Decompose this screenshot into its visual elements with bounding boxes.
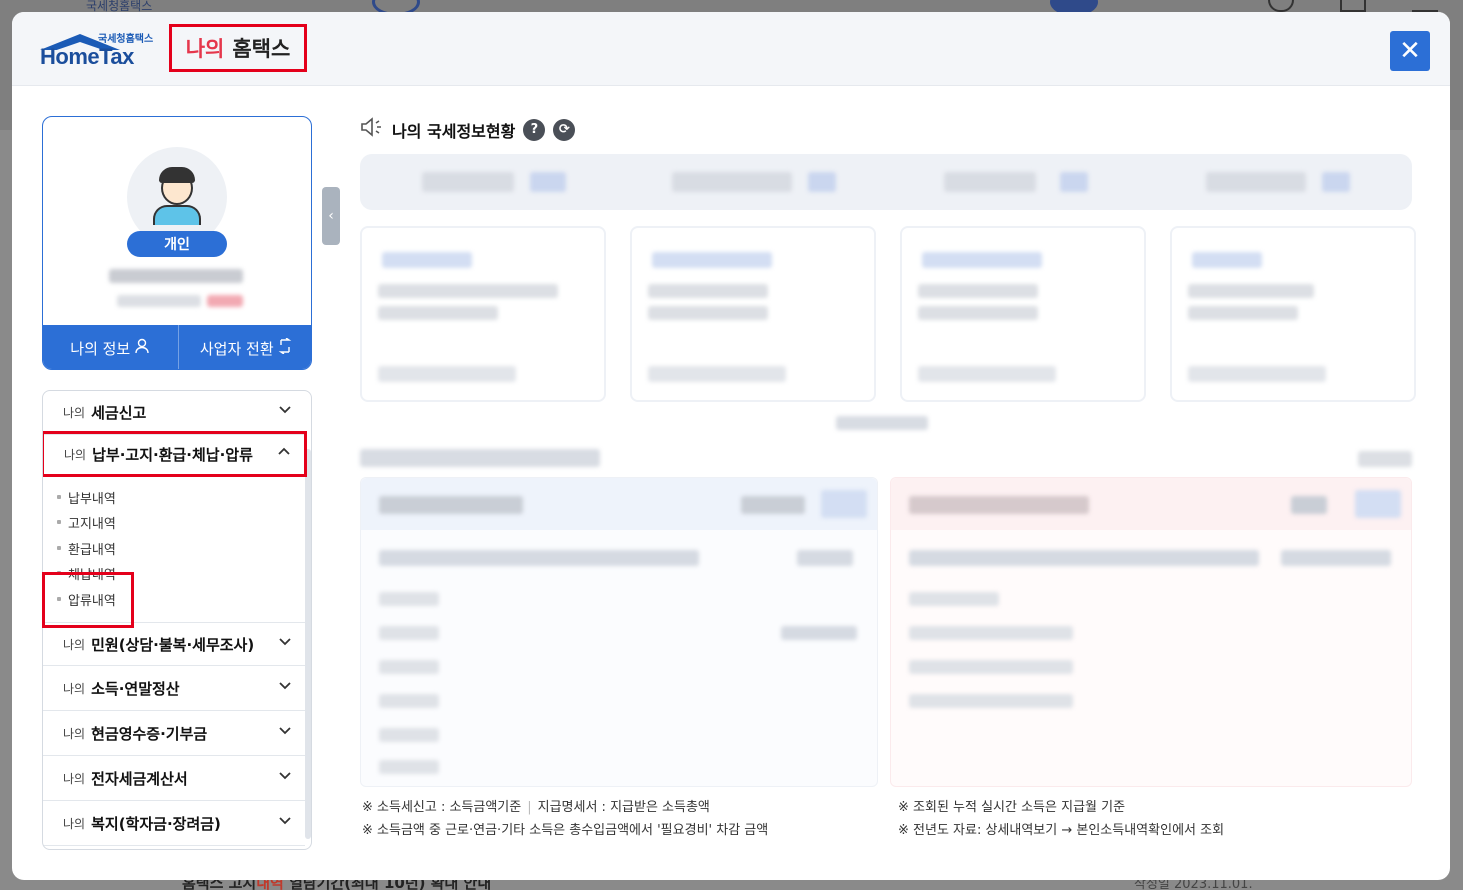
income-section-title <box>360 449 600 467</box>
menu-item-income-settlement[interactable]: 나의 소득·연말정산 <box>43 667 305 711</box>
hometax-logo[interactable]: 국세청홈택스 HomeTax <box>40 30 160 70</box>
logo-main-text: HomeTax <box>40 44 134 69</box>
chevron-down-icon <box>279 769 291 785</box>
income-section-link[interactable] <box>1358 451 1412 467</box>
income-panel-left <box>360 477 878 787</box>
blurred-user-id <box>117 295 201 307</box>
chevron-down-icon <box>279 724 291 740</box>
blurred-user-tag <box>207 295 243 307</box>
notes-right: ※ 조회된 누적 실시간 소득은 지급월 기준 ※ 전년도 자료: 상세내역보기… <box>898 800 1225 838</box>
avatar-body-icon <box>153 205 201 225</box>
switch-to-business-button[interactable]: 사업자 전환 <box>177 325 312 369</box>
blurred-user-name <box>109 269 243 283</box>
user-type-badge: 개인 <box>127 231 227 257</box>
help-icon[interactable]: ? <box>523 118 546 141</box>
close-button[interactable]: ✕ <box>1390 31 1430 71</box>
switch-arrows-icon <box>278 337 292 358</box>
chevron-down-icon <box>279 679 291 695</box>
info-card[interactable] <box>900 226 1146 402</box>
menu-scrollbar[interactable] <box>305 449 311 839</box>
background-menu-icon <box>1412 0 1438 12</box>
avatar-hair-icon <box>159 167 195 183</box>
info-card[interactable] <box>360 226 606 402</box>
person-icon <box>134 338 150 358</box>
chevron-up-icon <box>278 446 290 462</box>
chevron-down-icon <box>279 814 291 830</box>
background-doc-icon <box>1340 0 1366 12</box>
speaker-icon <box>360 117 384 142</box>
refresh-icon[interactable]: ⟳ <box>553 118 576 141</box>
modal-header: 국세청홈택스 HomeTax 나의 홈택스 ✕ <box>12 12 1450 86</box>
highlight-arrears-seizure <box>42 572 134 628</box>
info-card[interactable] <box>630 226 876 402</box>
section-title: 나의 국세정보현황 ? ⟳ <box>360 117 576 142</box>
menu-item-cash-receipt-donation[interactable]: 나의 현금영수증·기부금 <box>43 712 305 756</box>
submenu-payment-history[interactable]: 납부내역 <box>57 487 116 507</box>
chevron-down-icon <box>279 403 291 419</box>
menu-item-payment-notice-refund[interactable]: 나의 납부·고지·환급·체납·압류 <box>43 431 307 477</box>
modal-title: 나의 홈택스 <box>169 24 307 72</box>
info-card[interactable] <box>1170 226 1416 402</box>
menu-item-welfare[interactable]: 나의 복지(학자금·장려금) <box>43 802 305 846</box>
my-hometax-modal: 국세청홈택스 HomeTax 나의 홈택스 ✕ 개인 나의 정보 사업자 전환 … <box>12 12 1450 880</box>
profile-actions: 나의 정보 사업자 전환 <box>43 325 312 369</box>
chevron-down-icon <box>279 635 291 651</box>
my-info-button[interactable]: 나의 정보 <box>43 325 178 369</box>
menu-item-e-tax-invoice[interactable]: 나의 전자세금계산서 <box>43 757 305 801</box>
menu-item-tax-filing[interactable]: 나의 세금신고 <box>43 391 305 435</box>
submenu-notice-history[interactable]: 고지내역 <box>57 512 116 532</box>
pagination[interactable] <box>836 416 928 430</box>
notes-left: ※ 소득세신고 : 소득금액기준 | 지급명세서 : 지급받은 소득총액 ※ 소득금… <box>362 800 769 838</box>
summary-bar <box>360 154 1412 210</box>
logo-sub-text: 국세청홈택스 <box>98 34 154 45</box>
income-panel-right <box>890 477 1412 787</box>
background-user-icon <box>1268 0 1294 12</box>
submenu-refund-history[interactable]: 환급내역 <box>57 538 116 558</box>
menu-item-civil-petition[interactable]: 나의 민원(상담·불복·세무조사) <box>43 622 305 666</box>
sidebar-collapse-handle[interactable]: ‹ <box>322 187 340 245</box>
profile-card: 개인 나의 정보 사업자 전환 <box>42 116 312 370</box>
